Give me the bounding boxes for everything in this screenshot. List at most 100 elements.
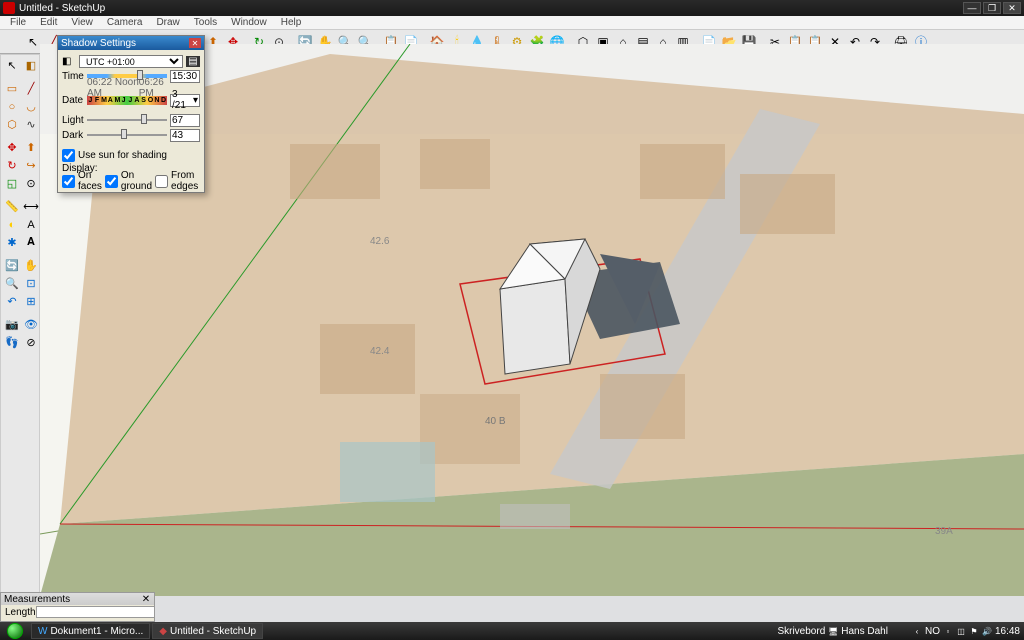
svg-text:42.4: 42.4 [370,346,390,357]
menu-file[interactable]: File [4,17,32,28]
desktop-icon[interactable]: 🖥 [828,626,838,636]
follow-tool-l[interactable]: ↪ [22,157,40,174]
lang-indicator[interactable]: NO [925,626,940,637]
use-sun-checkbox[interactable] [62,149,75,162]
move-tool-l[interactable]: ✥ [3,139,21,156]
time-slider[interactable] [87,71,167,81]
3dtext-tool-l[interactable]: 𝐀 [22,234,40,251]
time-value-input[interactable]: 15:30 [170,70,200,83]
tray-chevron-icon[interactable]: ‹ [912,626,922,636]
start-button[interactable] [0,622,30,640]
camera-tool-l[interactable]: 📷 [3,316,21,333]
tray-flag-icon[interactable]: ⚑ [969,626,979,636]
menu-help[interactable]: Help [275,17,308,28]
tray-vol-icon[interactable]: 🔊 [982,626,992,636]
tray-net-icon[interactable]: ▫ [943,626,953,636]
dialog-close-button[interactable]: ✕ [189,38,201,48]
light-label: Light [62,115,84,126]
poly-tool-l[interactable]: ⬡ [3,116,21,133]
left-toolbar: ↖ ◧ ▭ ╱ ○ ◡ ⬡ ∿ ✥ ⬆ ↻ ↪ ◱ ⊙ 📏 ⟷ ◐ A ✱ 𝐀 … [0,54,40,594]
scale-tool-l[interactable]: ◱ [3,175,21,192]
date-label: Date [62,95,84,106]
text-tool-l[interactable]: A [22,216,40,233]
dialog-title-text: Shadow Settings [61,38,136,49]
offset-tool-l[interactable]: ⊙ [22,175,40,192]
walk-tool-l[interactable]: 👁 [22,316,40,333]
taskbar-item-sketchup[interactable]: ◆ Untitled - SketchUp [152,623,263,639]
dim-tool-l[interactable]: ⟷ [22,198,40,215]
system-tray: Skrivebord 🖥 Hans Dahl ‹ NO ▫ ◫ ⚑ 🔊 16:4… [777,626,1024,637]
window-titlebar: Untitled - SketchUp — ❐ ✕ [0,0,1024,16]
maximize-button[interactable]: ❐ [983,2,1001,14]
tape-tool-l[interactable]: 📏 [3,198,21,215]
dialog-body: ◧ UTC +01:00 ▤ Time 15:30 06:22 AMNoon06… [58,50,204,192]
minimize-button[interactable]: — [963,2,981,14]
zoomext-tool-l[interactable]: ⊞ [22,293,40,310]
measurements-panel[interactable]: Measurements ✕ Length [0,592,155,622]
show-shadows-icon[interactable]: ◧ [62,56,76,67]
menu-view[interactable]: View [65,17,99,28]
measurements-close-icon[interactable]: ✕ [141,594,151,605]
timezone-select[interactable]: UTC +01:00 [79,55,183,68]
on-ground-checkbox[interactable] [105,175,118,188]
on-faces-label: On faces [78,170,102,192]
eraser-tool-l[interactable]: ◧ [22,57,40,74]
app-icon [3,2,15,14]
freehand-tool-l[interactable]: ∿ [22,116,40,133]
line-tool-l[interactable]: ╱ [22,80,40,97]
close-button[interactable]: ✕ [1003,2,1021,14]
date-value-input[interactable]: 3 /21▾ [170,94,200,107]
on-faces-checkbox[interactable] [62,175,75,188]
user-label: Hans Dahl [841,626,888,637]
time-label: Time [62,71,84,82]
on-ground-label: On ground [121,170,152,192]
dark-label: Dark [62,130,84,141]
push-tool-l[interactable]: ⬆ [22,139,40,156]
rotate-tool-l[interactable]: ↻ [3,157,21,174]
from-edges-label: From edges [171,170,200,192]
sketchup-icon: ◆ [159,626,167,637]
word-icon: W [38,626,47,637]
menu-edit[interactable]: Edit [34,17,63,28]
taskbar: W Dokument1 - Micro... ◆ Untitled - Sket… [0,622,1024,640]
dark-value-input[interactable]: 43 [170,129,200,142]
measurements-header[interactable]: Measurements ✕ [1,593,154,605]
date-slider[interactable]: JFMAMJJASOND [87,96,167,105]
menubar: File Edit View Camera Draw Tools Window … [0,16,1024,30]
light-slider[interactable] [87,115,167,125]
look-tool-l[interactable]: 👣 [3,334,21,351]
light-value-input[interactable]: 67 [170,114,200,127]
taskbar-item-word[interactable]: W Dokument1 - Micro... [31,623,150,639]
rect-tool-l[interactable]: ▭ [3,80,21,97]
section-tool-l[interactable]: ⊘ [22,334,40,351]
svg-text:40 B: 40 B [485,416,506,427]
window-title: Untitled - SketchUp [19,3,105,14]
details-icon[interactable]: ▤ [186,56,200,67]
arc-tool-l[interactable]: ◡ [22,98,40,115]
svg-text:39A: 39A [935,526,953,537]
svg-text:42.6: 42.6 [370,236,390,247]
dark-slider[interactable] [87,130,167,140]
circle-tool-l[interactable]: ○ [3,98,21,115]
shadow-settings-dialog[interactable]: Shadow Settings ✕ ◧ UTC +01:00 ▤ Time 15… [57,35,205,193]
protractor-tool-l[interactable]: ◐ [3,216,21,233]
length-label: Length [5,607,36,618]
menu-tools[interactable]: Tools [188,17,223,28]
zoom-tool-l[interactable]: 🔍 [3,275,21,292]
prev-tool-l[interactable]: ↶ [3,293,21,310]
menu-window[interactable]: Window [225,17,273,28]
axes-tool-l[interactable]: ✱ [3,234,21,251]
tray-safe-icon[interactable]: ◫ [956,626,966,636]
length-input[interactable] [36,606,155,618]
clock[interactable]: 16:48 [995,626,1020,637]
select-tool-l[interactable]: ↖ [3,57,21,74]
zoomwin-tool-l[interactable]: ⊡ [22,275,40,292]
menu-draw[interactable]: Draw [150,17,185,28]
dialog-titlebar[interactable]: Shadow Settings ✕ [58,36,204,50]
from-edges-checkbox[interactable] [155,175,168,188]
use-sun-label: Use sun for shading [78,150,167,161]
orbit-tool-l[interactable]: 🔄 [3,257,21,274]
menu-camera[interactable]: Camera [101,17,149,28]
desktop-label[interactable]: Skrivebord [777,626,825,637]
pan-tool-l[interactable]: ✋ [22,257,40,274]
